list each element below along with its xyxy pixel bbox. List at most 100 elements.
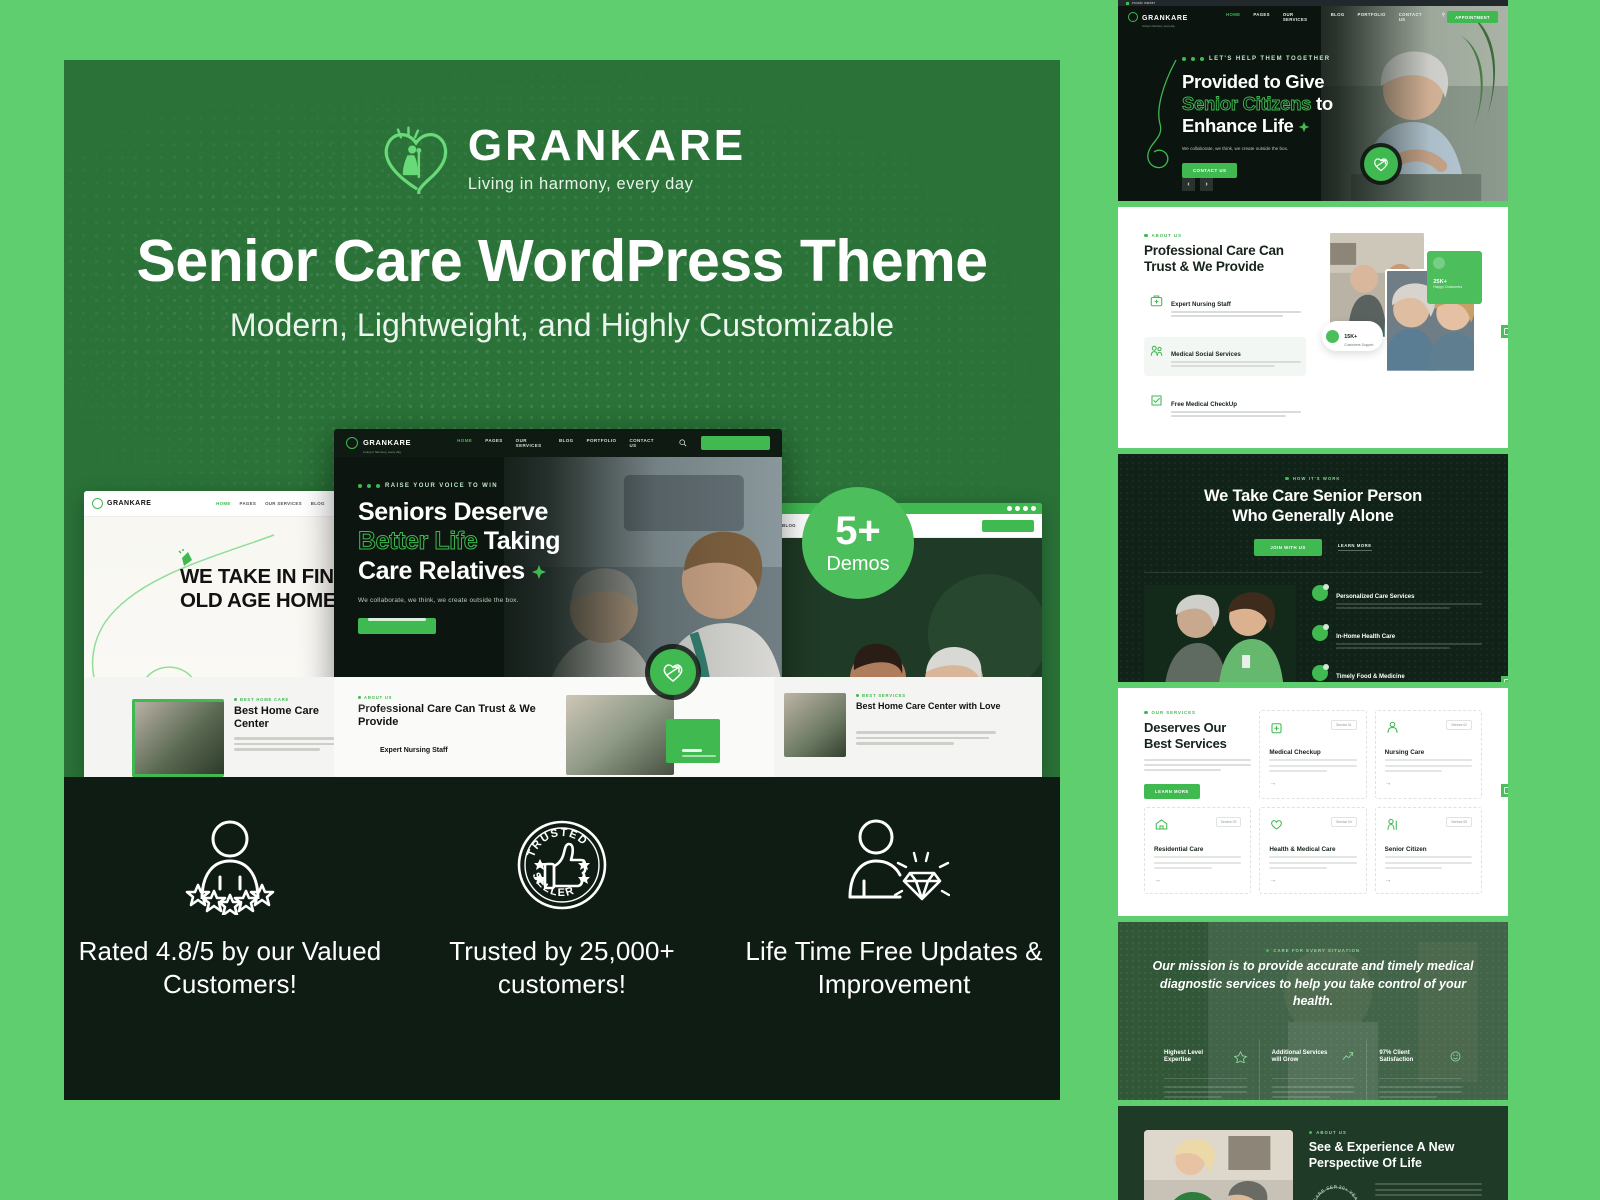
- learn-more-link[interactable]: LEARN MORE: [1337, 543, 1372, 552]
- heart-icon: [92, 498, 103, 509]
- hero-section: GRANKARE Living in harmony, every day HO…: [1118, 6, 1508, 201]
- medical-checkup-icon: [1269, 720, 1284, 740]
- chevron-right-icon[interactable]: ›: [1200, 178, 1213, 191]
- nav-item[interactable]: PORTFOLIO: [587, 438, 617, 448]
- customer-support-pill: 15K+ Customers Support: [1322, 321, 1384, 351]
- service-card[interactable]: Service 03 Residential Care →: [1144, 806, 1252, 895]
- arrow-right-icon[interactable]: →: [1385, 780, 1472, 787]
- carousel-arrows[interactable]: ‹ ›: [358, 698, 394, 713]
- service-title: Medical Checkup: [1269, 748, 1321, 756]
- mission-statement: Our mission is to provide accurate and t…: [1152, 959, 1474, 1009]
- feature-caption: Trusted by 25,000+ customers!: [449, 936, 675, 999]
- mockup-lower-center: ABOUT US Professional Care Can Trust & W…: [334, 677, 782, 777]
- checkup-icon: [1149, 393, 1164, 408]
- how-item[interactable]: Timely Food & Medicine: [1312, 663, 1482, 682]
- about-item-title: Free Medical CheckUp: [1171, 400, 1238, 408]
- nav-item[interactable]: HOME: [457, 438, 472, 448]
- service-tag: Service 03: [1215, 816, 1242, 827]
- nav-item-portfolio[interactable]: PORTFOLIO: [1358, 12, 1386, 22]
- how-buttons: JOIN WITH US LEARN MORE: [1118, 538, 1508, 556]
- nav-item[interactable]: OUR SERVICES: [516, 438, 546, 448]
- search-icon[interactable]: ⚲: [1442, 12, 1446, 22]
- arrow-right-icon[interactable]: →: [1269, 780, 1356, 787]
- section-marker[interactable]: [1501, 325, 1508, 338]
- service-card[interactable]: Service 05 Senior Citizen →: [1374, 806, 1482, 895]
- nav-item[interactable]: BLOG: [311, 501, 325, 506]
- sparkle-icon: [1298, 115, 1310, 136]
- arrow-right-icon[interactable]: →: [1385, 877, 1472, 884]
- site-logo[interactable]: GRANKARE Living in harmony, every day: [1128, 7, 1188, 28]
- chevron-left-icon[interactable]: ‹: [1182, 178, 1195, 191]
- arrow-right-icon[interactable]: →: [1154, 877, 1241, 884]
- nurse-icon: [1149, 293, 1164, 308]
- learn-more-button[interactable]: [358, 617, 436, 634]
- chevron-left-icon[interactable]: ‹: [358, 698, 373, 713]
- mockup-center-navitems: HOME PAGES OUR SERVICES BLOG PORTFOLIO C…: [457, 438, 655, 448]
- svg-text:20+ YEARS OF EXPERIENCE · TRUS: 20+ YEARS OF EXPERIENCE · TRUSTED CARE S…: [1309, 1183, 1362, 1200]
- join-with-us-button[interactable]: JOIN WITH US: [1254, 538, 1322, 556]
- how-item[interactable]: Personalized Care Services: [1312, 583, 1482, 612]
- brand-text: GRANKARE Living in harmony, every day: [468, 124, 746, 194]
- screenshot-about[interactable]: ABOUT US Professional Care Can Trust & W…: [1118, 207, 1508, 448]
- mission-content: CARE FOR EVERY SITUATION Our mission is …: [1118, 922, 1508, 1011]
- screenshot-services[interactable]: OUR SERVICES Deserves Our Best Services …: [1118, 687, 1508, 917]
- mockup-collage: BEST HOME CARE Best Home Care Center ABO…: [64, 429, 1060, 777]
- section-marker[interactable]: [1501, 675, 1508, 682]
- nav-item-our-services[interactable]: OUR SERVICES: [1283, 12, 1318, 22]
- nav-item-blog[interactable]: BLOG: [1331, 12, 1345, 22]
- mission-column-title: 97% Client Satisfaction: [1379, 1049, 1414, 1064]
- nav-item[interactable]: OUR SERVICES: [265, 501, 302, 506]
- nav-item[interactable]: PAGES: [240, 501, 257, 506]
- how-item-title: Personalized Care Services: [1336, 593, 1415, 600]
- mockup-left-nav: GRANKARE HOME PAGES OUR SERVICES BLOG PO…: [84, 491, 370, 517]
- services-section: OUR SERVICES Deserves Our Best Services …: [1118, 687, 1508, 917]
- nav-item[interactable]: HOME: [216, 501, 230, 506]
- person-with-stars-icon: [176, 813, 284, 917]
- feature-rating: Rated 4.8/5 by our Valued Customers!: [71, 813, 389, 1001]
- nursing-care-icon: [1385, 720, 1400, 740]
- learn-more-button[interactable]: LEARN MORE: [1144, 783, 1200, 799]
- service-title: Health & Medical Care: [1269, 845, 1336, 853]
- nav-item[interactable]: PAGES: [485, 438, 502, 448]
- feature-trusted: TRUSTED SELLER: [403, 813, 721, 1001]
- about-item[interactable]: Free Medical CheckUp: [1144, 387, 1306, 426]
- appointment-button[interactable]: [701, 436, 770, 450]
- feature-updates: Life Time Free Updates & Improvement: [735, 813, 1053, 1001]
- nav-item-pages[interactable]: PAGES: [1253, 12, 1269, 22]
- chevron-right-icon[interactable]: ›: [379, 698, 394, 713]
- service-tag: Service 01: [1331, 719, 1357, 730]
- service-title: Residential Care: [1154, 845, 1204, 853]
- screenshot-how-it-works[interactable]: HOW IT'S WORK We Take Care Senior Person…: [1118, 453, 1508, 682]
- page-subtitle: Modern, Lightweight, and Highly Customiz…: [229, 306, 895, 343]
- nav-item[interactable]: BLOG: [782, 523, 796, 528]
- person-with-diamond-icon: [838, 813, 950, 917]
- service-card[interactable]: Service 02 Nursing Care →: [1374, 709, 1482, 799]
- mockup-center-title: Seniors Deserve Better Life Taking Care …: [357, 498, 561, 585]
- mockup-right-cta-button[interactable]: [982, 519, 1034, 532]
- perspective-section: ABOUT US See & Experience A New Perspect…: [1118, 1106, 1508, 1200]
- nav-item[interactable]: BLOG: [559, 438, 574, 448]
- screenshot-perspective[interactable]: ABOUT US See & Experience A New Perspect…: [1118, 1106, 1508, 1200]
- about-item[interactable]: Medical Social Services: [1144, 336, 1307, 376]
- service-card[interactable]: Service 01 Medical Checkup →: [1259, 709, 1367, 799]
- trusted-seller-thumbs-up-icon: TRUSTED SELLER: [513, 813, 611, 917]
- perspective-eyebrow: ABOUT US: [1308, 1130, 1482, 1135]
- nav-item[interactable]: CONTACT US: [629, 438, 655, 448]
- screenshot-mission[interactable]: CARE FOR EVERY SITUATION Our mission is …: [1118, 922, 1508, 1101]
- screenshot-hero[interactable]: envato market GRANKARE Living in harmony…: [1118, 0, 1508, 201]
- about-item[interactable]: Expert Nursing Staff: [1144, 287, 1306, 326]
- search-icon[interactable]: [679, 434, 687, 452]
- lower-center-badge-lines: [682, 749, 716, 760]
- how-list: Personalized Care Services In-Home Healt…: [1312, 583, 1482, 682]
- contact-us-button[interactable]: CONTACT US: [1182, 162, 1238, 178]
- how-item[interactable]: In-Home Health Care: [1312, 623, 1482, 652]
- appointment-button[interactable]: APPOINTMENT: [1447, 11, 1498, 23]
- service-card[interactable]: Service 04 Health & Medical Care →: [1259, 806, 1367, 895]
- carousel-arrows[interactable]: ‹ ›: [1182, 178, 1213, 191]
- nav-item-contact-us[interactable]: CONTACT US: [1399, 12, 1429, 22]
- section-marker[interactable]: [1501, 783, 1508, 797]
- nav-item-home[interactable]: HOME: [1226, 12, 1240, 22]
- about-title: Professional Care Can Trust & We Provide: [1144, 243, 1284, 275]
- arrow-right-icon[interactable]: →: [1269, 877, 1356, 884]
- mockup-left-logo: GRANKARE: [92, 498, 151, 509]
